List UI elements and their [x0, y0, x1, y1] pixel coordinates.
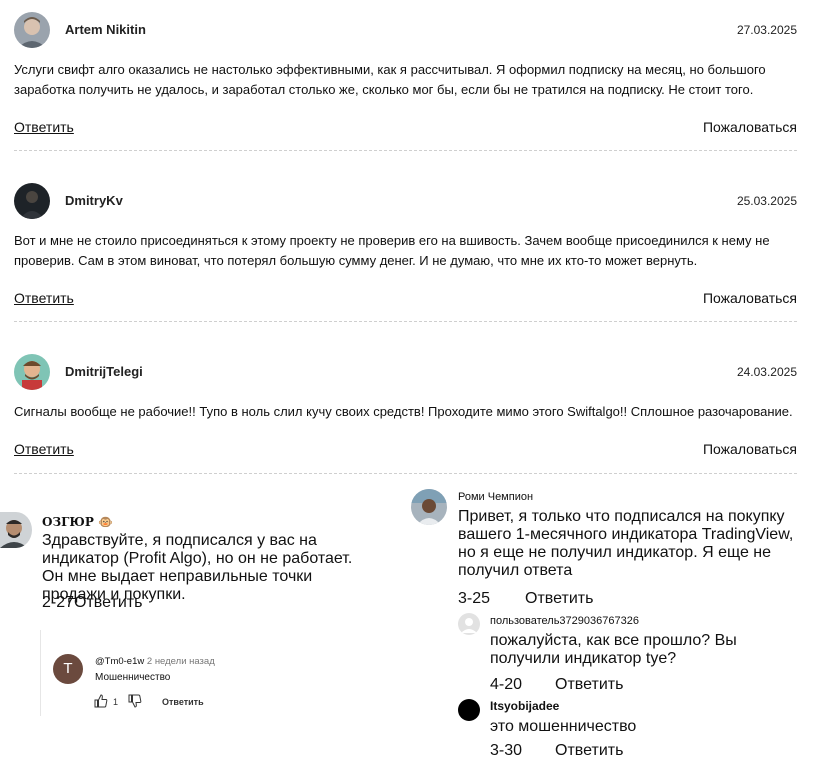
user-avatar [14, 183, 50, 219]
reply-link[interactable]: Ответить [14, 119, 74, 135]
reply-time: 4-20 [490, 676, 523, 693]
comment-time: 3-25 [458, 590, 491, 607]
reply-handle[interactable]: @Tm0-e1w [95, 656, 144, 667]
comment-meta: 3-25 Ответить [458, 590, 593, 608]
divider [14, 321, 797, 322]
reply-button[interactable]: Ответить [162, 697, 204, 707]
reply-link[interactable]: Ответить [14, 441, 74, 457]
reply-author[interactable]: пользователь3729036767326 [490, 615, 639, 627]
thumbs-up-icon[interactable] [94, 694, 108, 710]
review-date: 25.03.2025 [736, 194, 797, 208]
reply-text: это мошенничество [490, 718, 637, 735]
review-item: Artem Nikitin 27.03.2025 Услуги свифт ал… [14, 12, 797, 152]
monkey-emoji-icon: 🐵 [98, 515, 114, 529]
review-text: Вот и мне не стоило присоединяться к это… [14, 233, 770, 268]
review-date: 24.03.2025 [736, 365, 797, 379]
review-author[interactable]: DmitrijTelegi [65, 364, 143, 379]
default-avatar-icon [458, 613, 480, 635]
review-text: Услуги свифт алго оказались не настолько… [14, 62, 766, 97]
user-avatar [14, 354, 50, 390]
reply-meta: 4-20 Ответить [490, 676, 623, 694]
review-item: DmitryKv 25.03.2025 Вот и мне не стоило … [14, 183, 797, 323]
reply-button[interactable]: Ответить [555, 676, 623, 693]
review-date: 27.03.2025 [736, 23, 797, 37]
thumbs-down-icon[interactable] [128, 694, 142, 710]
avatar-letter: T [63, 660, 73, 677]
reply-button[interactable]: Ответить [525, 590, 593, 607]
user-avatar [411, 489, 447, 525]
user-avatar [0, 512, 32, 548]
reply-time: 3-30 [490, 742, 523, 759]
reply-meta: 3-30 Ответить [490, 742, 623, 760]
review-text: Сигналы вообще не рабочие!! Тупо в ноль … [14, 404, 793, 419]
report-link[interactable]: Пожаловаться [703, 441, 797, 457]
comment-thread-right: Роми Чемпион Привет, я только что подпис… [396, 484, 819, 771]
reply-ago: 2 недели назад [146, 656, 215, 667]
reply-link[interactable]: Ответить [14, 290, 74, 306]
review-author[interactable]: Artem Nikitin [65, 22, 146, 37]
divider [14, 473, 797, 474]
comment-time: 2-27 [42, 594, 75, 611]
review-item: DmitrijTelegi 24.03.2025 Сигналы вообще … [14, 354, 797, 476]
divider [14, 150, 797, 151]
user-avatar [14, 12, 50, 48]
like-count: 1 [113, 697, 119, 707]
report-link[interactable]: Пожаловаться [703, 290, 797, 306]
comment-meta: 2-27Ответить [42, 594, 142, 612]
reply-button[interactable]: Ответить [74, 594, 142, 611]
reply-text: Мошенничество [95, 672, 171, 683]
user-avatar: T [53, 654, 83, 684]
comment-text: Привет, я только что подписался на покуп… [458, 508, 794, 579]
reply-actions: 1 Ответить [94, 694, 204, 710]
thread-line [40, 630, 41, 716]
reply-button[interactable]: Ответить [555, 742, 623, 759]
reply-author[interactable]: Itsyobijadee [490, 699, 559, 713]
comment-author[interactable]: ОЗГЮР [42, 515, 94, 529]
user-avatar [458, 699, 480, 721]
report-link[interactable]: Пожаловаться [703, 119, 797, 135]
comment-author[interactable]: Роми Чемпион [458, 491, 533, 503]
reply-text: пожалуйста, как все прошло? Вы получили … [490, 632, 737, 667]
comment-thread-left: ОЗГЮР 🐵 Здравствуйте, я подписался у вас… [0, 488, 396, 771]
review-author[interactable]: DmitryKv [65, 193, 123, 208]
